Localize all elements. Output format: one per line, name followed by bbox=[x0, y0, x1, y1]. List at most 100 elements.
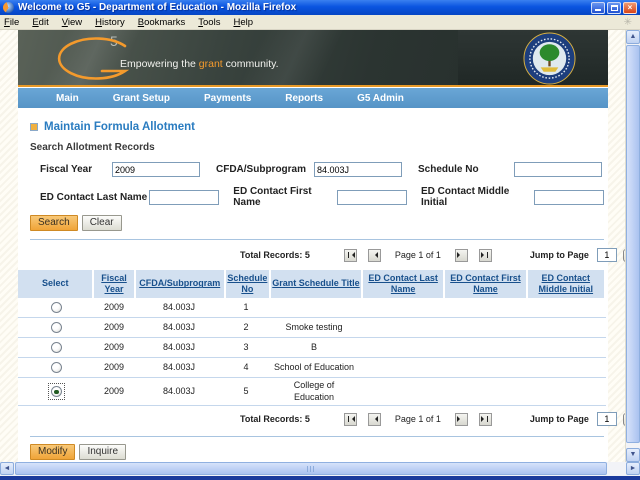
menu-item-bookmarks[interactable]: Bookmarks bbox=[138, 17, 186, 28]
table-cell: 2009 bbox=[103, 301, 125, 312]
search-buttons: Search Clear bbox=[30, 215, 608, 231]
page-panel: 5 Empowering the grant community. Main G… bbox=[18, 30, 640, 462]
ed-contact-last-name-input[interactable] bbox=[149, 189, 220, 205]
table-cell bbox=[524, 306, 602, 310]
divider bbox=[30, 239, 604, 240]
firefox-icon bbox=[3, 2, 14, 13]
vertical-scroll-track[interactable] bbox=[626, 45, 640, 447]
allotment-table-body: 2009 84.003J 1 2009 84.003J 2 Smoke testing 200… bbox=[18, 298, 606, 407]
header-select: Select bbox=[18, 270, 93, 298]
banner-tagline: Empowering the grant community. bbox=[120, 58, 279, 70]
table-cell: 3 bbox=[243, 341, 249, 352]
maximize-button[interactable] bbox=[607, 1, 621, 14]
table-cell bbox=[360, 346, 442, 350]
scroll-down-button[interactable]: ▼ bbox=[626, 448, 640, 462]
schedule-no-input[interactable] bbox=[514, 162, 602, 177]
nav-item-main[interactable]: Main bbox=[56, 93, 79, 104]
next-page-button[interactable] bbox=[454, 412, 468, 426]
table-cell: 84.003J bbox=[162, 361, 196, 372]
vertical-scrollbar[interactable]: ▲ ▼ bbox=[625, 30, 640, 462]
nav-item-payments[interactable]: Payments bbox=[204, 93, 251, 104]
inquire-button[interactable]: Inquire bbox=[79, 444, 127, 461]
cfda-input[interactable] bbox=[314, 162, 402, 177]
table-cell: 84.003J bbox=[162, 301, 196, 312]
page-title-bullet-icon bbox=[30, 123, 38, 131]
ed-contact-first-name-input[interactable] bbox=[337, 189, 408, 205]
window-controls: × bbox=[591, 1, 637, 14]
jump-to-page-input[interactable] bbox=[596, 248, 617, 262]
horizontal-scroll-track[interactable] bbox=[15, 462, 625, 476]
table-cell bbox=[524, 366, 602, 370]
table-cell bbox=[442, 366, 524, 370]
table-cell bbox=[360, 306, 442, 310]
table-cell: B bbox=[310, 341, 317, 352]
header-ed-contact-last-name[interactable]: ED Contact Last Name bbox=[362, 270, 444, 298]
window-titlebar[interactable]: Welcome to G5 - Department of Education … bbox=[0, 0, 640, 15]
last-page-button[interactable] bbox=[478, 248, 492, 262]
header-grant-schedule-title[interactable]: Grant Schedule Title bbox=[270, 270, 361, 298]
radio-focus-ring bbox=[47, 383, 65, 401]
select-radio[interactable] bbox=[50, 342, 62, 353]
jump-to-page-input[interactable] bbox=[596, 412, 617, 427]
fiscal-year-label: Fiscal Year bbox=[40, 164, 93, 175]
next-page-button[interactable] bbox=[454, 248, 468, 262]
tagline-accent: grant bbox=[198, 58, 223, 70]
browser-window: Welcome to G5 - Department of Education … bbox=[0, 0, 640, 480]
g5-banner: 5 Empowering the grant community. bbox=[18, 30, 608, 87]
horizontal-scroll-thumb[interactable] bbox=[15, 462, 607, 475]
menu-item-edit[interactable]: Edit bbox=[32, 17, 48, 28]
scroll-left-button[interactable]: ◄ bbox=[0, 462, 14, 475]
ed-contact-middle-initial-input[interactable] bbox=[534, 189, 604, 205]
prev-page-button[interactable] bbox=[367, 248, 381, 262]
page-content: Maintain Formula Allotment Search Allotm… bbox=[18, 121, 640, 461]
first-page-button[interactable] bbox=[343, 248, 357, 262]
menu-item-help[interactable]: Help bbox=[233, 17, 253, 28]
menu-item-tools[interactable]: Tools bbox=[198, 17, 220, 28]
cfda-label: CFDA/Subprogram bbox=[216, 164, 306, 175]
search-button[interactable]: Search bbox=[30, 215, 78, 231]
table-cell: 84.003J bbox=[162, 321, 196, 332]
throbber-icon: ✳ bbox=[623, 16, 632, 28]
scroll-right-button[interactable]: ► bbox=[626, 462, 640, 475]
fiscal-year-input[interactable] bbox=[112, 162, 200, 177]
header-ed-contact-middle-initial[interactable]: ED Contact Middle Initial bbox=[527, 270, 604, 298]
select-radio[interactable] bbox=[50, 386, 62, 398]
table-cell bbox=[442, 390, 524, 394]
nav-item-g5-admin[interactable]: G5 Admin bbox=[357, 93, 404, 104]
nav-item-reports[interactable]: Reports bbox=[285, 93, 323, 104]
window-title: Welcome to G5 - Department of Education … bbox=[18, 2, 297, 13]
ed-contact-last-name-label: ED Contact Last Name bbox=[40, 191, 148, 203]
scroll-up-button[interactable]: ▲ bbox=[626, 30, 640, 44]
menu-item-history[interactable]: History bbox=[95, 17, 125, 28]
first-page-button[interactable] bbox=[343, 412, 357, 426]
vertical-scroll-thumb[interactable] bbox=[626, 45, 640, 443]
table-cell: 84.003J bbox=[162, 341, 196, 352]
modify-button[interactable]: Modify bbox=[30, 444, 76, 461]
select-radio[interactable] bbox=[50, 322, 62, 333]
jump-to-page-label: Jump to Page bbox=[529, 414, 589, 425]
header-fiscal-year[interactable]: Fiscal Year bbox=[94, 270, 134, 298]
header-cfda-subprogram[interactable]: CFDA/Subprogram bbox=[135, 270, 224, 298]
total-records-top: Total Records: 5 bbox=[240, 250, 310, 260]
table-cell: 2009 bbox=[103, 321, 125, 332]
prev-page-button[interactable] bbox=[367, 412, 381, 426]
close-button[interactable]: × bbox=[623, 1, 637, 14]
select-radio[interactable] bbox=[50, 362, 62, 373]
header-schedule-no[interactable]: Schedule No bbox=[225, 270, 269, 298]
allotment-table: Select Fiscal Year CFDA/Subprogram Sched… bbox=[18, 270, 606, 407]
table-row: 2009 84.003J 1 bbox=[18, 298, 606, 318]
select-radio[interactable] bbox=[50, 302, 62, 313]
clear-button[interactable]: Clear bbox=[81, 215, 122, 231]
pagination-top: Total Records: 5 Page 1 of 1 Jump to Pag… bbox=[240, 248, 640, 262]
minimize-button[interactable] bbox=[591, 1, 605, 14]
last-page-button[interactable] bbox=[478, 412, 492, 426]
search-form-row-2: ED Contact Last Name ED Contact First Na… bbox=[40, 186, 604, 208]
horizontal-scrollbar[interactable]: ◄ ► bbox=[0, 462, 640, 476]
nav-item-grant-setup[interactable]: Grant Setup bbox=[113, 93, 170, 104]
menu-item-file[interactable]: File bbox=[4, 17, 19, 28]
pager-bottom: Page 1 of 1 bbox=[343, 412, 492, 426]
divider bbox=[30, 436, 604, 438]
total-records-bottom: Total Records: 5 bbox=[240, 414, 310, 425]
menu-item-view[interactable]: View bbox=[62, 17, 82, 28]
header-ed-contact-first-name[interactable]: ED Contact First Name bbox=[445, 270, 526, 298]
